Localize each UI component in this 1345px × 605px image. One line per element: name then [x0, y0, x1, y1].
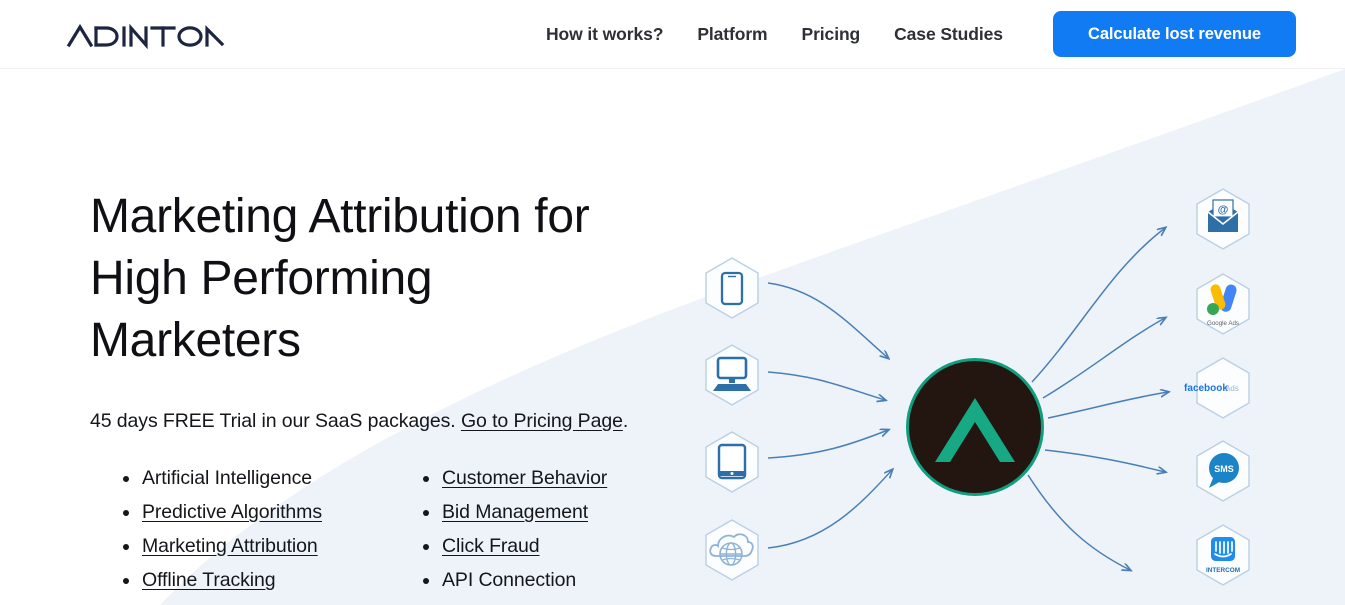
nav-item-how-it-works[interactable]: How it works?	[546, 24, 663, 45]
svg-text:@: @	[1218, 204, 1229, 216]
source-mobile-phone	[705, 257, 759, 319]
logo-wordmark-icon	[66, 23, 225, 50]
hexagon-frame-icon	[705, 344, 759, 406]
hero-title-line-2: High Performing	[90, 252, 433, 305]
page-title: Marketing Attribution for High Performin…	[90, 186, 650, 372]
feature-list-left: Artificial Intelligence Predictive Algor…	[90, 461, 390, 597]
email-icon: @	[1207, 199, 1239, 232]
destination-intercom: INTERCOM	[1196, 524, 1250, 586]
destination-google-ads: Google Ads	[1196, 273, 1250, 335]
list-item: Click Fraud	[390, 529, 690, 563]
list-item: Marketing Attribution	[90, 529, 390, 563]
hero-title-line-3: Marketers	[90, 314, 301, 367]
hero-subtitle-suffix: .	[622, 410, 629, 432]
facebook-ads-suffix-label: Ads	[1225, 384, 1239, 393]
list-item: Customer Behavior	[390, 461, 690, 495]
list-item: API Connection	[390, 563, 690, 597]
hub-circle	[909, 361, 1041, 493]
hero-subtitle-text: 45 days FREE Trial in our SaaS packages.	[90, 410, 461, 432]
attribution-diagram: @ Google Ads facebook Ads SMS INTERCOM	[705, 188, 1250, 586]
main-navigation: How it works? Platform Pricing Case Stud…	[546, 0, 1003, 69]
svg-text:SMS: SMS	[1214, 464, 1234, 474]
google-ads-label: Google Ads	[1207, 320, 1239, 327]
list-item: Predictive Algorithms	[90, 495, 390, 529]
site-header: How it works? Platform Pricing Case Stud…	[0, 0, 1345, 69]
feature-link[interactable]: Offline Tracking	[142, 569, 276, 591]
source-tablet	[705, 431, 759, 493]
feature-label: Artificial Intelligence	[142, 467, 313, 489]
hero-content: Marketing Attribution for High Performin…	[90, 186, 690, 597]
tablet-icon	[717, 443, 747, 480]
nav-item-pricing[interactable]: Pricing	[802, 24, 861, 45]
intercom-label: INTERCOM	[1206, 567, 1240, 574]
source-cloud-globe	[705, 519, 759, 581]
feature-link[interactable]: Click Fraud	[442, 535, 540, 557]
facebook-wordmark-icon: facebook	[1184, 383, 1228, 394]
feature-label: API Connection	[442, 569, 577, 591]
pricing-page-link[interactable]: Go to Pricing Page	[461, 410, 623, 432]
hero-title-line-1: Marketing Attribution for	[90, 190, 590, 243]
feature-link[interactable]: Customer Behavior	[442, 467, 607, 489]
calculate-lost-revenue-button[interactable]: Calculate lost revenue	[1053, 11, 1296, 57]
inbound-arrows	[767, 282, 892, 549]
destination-sms: SMS	[1196, 440, 1250, 502]
list-item: Offline Tracking	[90, 563, 390, 597]
feature-lists: Artificial Intelligence Predictive Algor…	[90, 461, 690, 597]
adinton-logo[interactable]	[66, 18, 246, 52]
source-desktop-computer	[705, 344, 759, 406]
adinton-hub-logo	[906, 358, 1044, 496]
destination-facebook-ads: facebook Ads	[1184, 357, 1250, 419]
page-root: How it works? Platform Pricing Case Stud…	[0, 0, 1345, 605]
feature-link[interactable]: Predictive Algorithms	[142, 501, 322, 523]
feature-link[interactable]: Marketing Attribution	[142, 535, 318, 557]
list-item: Artificial Intelligence	[90, 461, 390, 495]
outbound-arrows	[1027, 228, 1168, 570]
intercom-icon	[1211, 537, 1235, 561]
list-item: Bid Management	[390, 495, 690, 529]
nav-item-case-studies[interactable]: Case Studies	[894, 24, 1003, 45]
feature-list-right: Customer Behavior Bid Management Click F…	[390, 461, 690, 597]
destination-email: @	[1196, 188, 1250, 250]
feature-link[interactable]: Bid Management	[442, 501, 588, 523]
nav-item-platform[interactable]: Platform	[697, 24, 767, 45]
hero-subtitle: 45 days FREE Trial in our SaaS packages.…	[90, 408, 690, 434]
